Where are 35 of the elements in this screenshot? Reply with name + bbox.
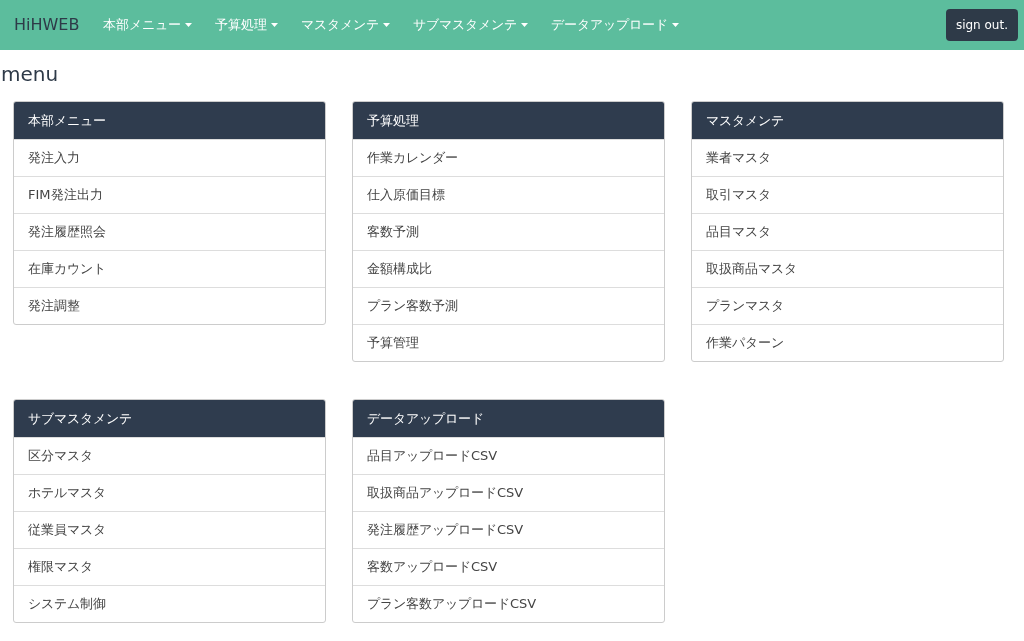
menu-link[interactable]: プラン客数予測 <box>353 287 664 324</box>
panel-header: 本部メニュー <box>14 102 325 139</box>
panel-header: サブマスタメンテ <box>14 400 325 437</box>
menu-link[interactable]: 客数アップロードCSV <box>353 548 664 585</box>
menu-link[interactable]: 仕入原価目標 <box>353 176 664 213</box>
menu-link[interactable]: 権限マスタ <box>14 548 325 585</box>
menu-link[interactable]: 区分マスタ <box>14 437 325 474</box>
sign-out-button[interactable]: sign out. <box>945 9 1018 41</box>
menu-link[interactable]: 従業員マスタ <box>14 511 325 548</box>
menu-link[interactable]: 在庫カウント <box>14 250 325 287</box>
menu-link[interactable]: ホテルマスタ <box>14 474 325 511</box>
brand-logo[interactable]: HiHWEB <box>14 13 80 37</box>
menu-link[interactable]: 業者マスタ <box>692 139 1003 176</box>
menu-link[interactable]: 品目アップロードCSV <box>353 437 664 474</box>
menu-link[interactable]: 発注入力 <box>14 139 325 176</box>
menu-link[interactable]: 取扱商品アップロードCSV <box>353 474 664 511</box>
menu-link[interactable]: 取扱商品マスタ <box>692 250 1003 287</box>
menu-link[interactable]: 発注調整 <box>14 287 325 324</box>
menu-link[interactable]: 作業カレンダー <box>353 139 664 176</box>
page-heading: menu <box>1 61 60 87</box>
menu-link[interactable]: 品目マスタ <box>692 213 1003 250</box>
menu-link[interactable]: 取引マスタ <box>692 176 1003 213</box>
menu-link[interactable]: 予算管理 <box>353 324 664 361</box>
menu-link[interactable]: 作業パターン <box>692 324 1003 361</box>
menu-link[interactable]: 発注履歴アップロードCSV <box>353 511 664 548</box>
menu-link[interactable]: FIM発注出力 <box>14 176 325 213</box>
menu-link[interactable]: 発注履歴照会 <box>14 213 325 250</box>
panel-header: 予算処理 <box>353 102 664 139</box>
menu-link[interactable]: プラン客数アップロードCSV <box>353 585 664 622</box>
menu-link[interactable]: 金額構成比 <box>353 250 664 287</box>
panel-header: マスタメンテ <box>692 102 1003 139</box>
menu-link[interactable]: システム制御 <box>14 585 325 622</box>
panel-header: データアップロード <box>353 400 664 437</box>
menu-link[interactable]: プランマスタ <box>692 287 1003 324</box>
menu-link[interactable]: 客数予測 <box>353 213 664 250</box>
